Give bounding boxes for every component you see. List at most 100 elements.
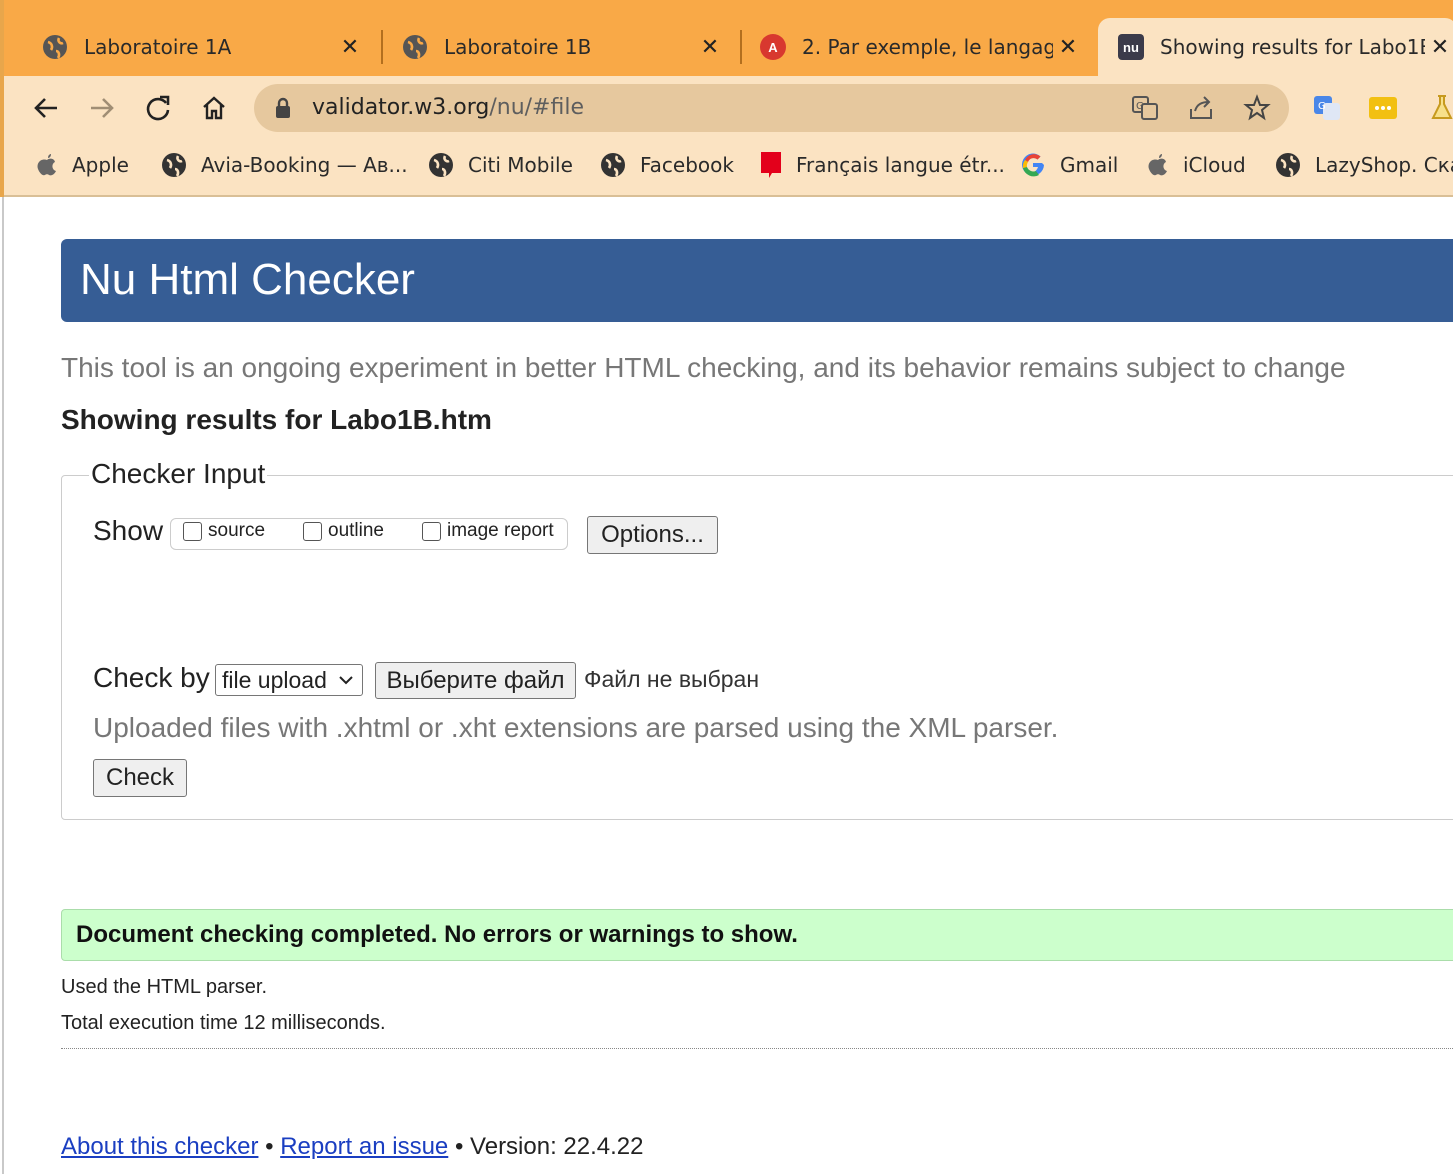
google-translate-extension[interactable]: G	[1309, 90, 1345, 126]
tab-title: Showing results for Labo1B	[1160, 35, 1425, 59]
apple-icon	[36, 153, 58, 177]
globe-icon	[428, 152, 454, 178]
show-label: Show	[93, 515, 164, 546]
version-text: Version: 22.4.22	[470, 1133, 644, 1160]
bookmark-label: Français langue étr...	[796, 153, 1005, 177]
check-button[interactable]: Check	[93, 759, 187, 797]
forward-button[interactable]	[84, 90, 120, 126]
footer: About this checker • Report an issue • V…	[61, 1133, 644, 1161]
share-icon[interactable]	[1187, 95, 1215, 121]
star-icon[interactable]	[1243, 94, 1271, 122]
checkbox-box[interactable]	[303, 521, 322, 541]
about-checker-link[interactable]: About this checker	[61, 1133, 258, 1160]
tab-showing-results[interactable]: nu Showing results for Labo1B ✕	[1098, 18, 1453, 76]
google-icon	[1020, 152, 1046, 178]
toolbar-divider	[4, 195, 1453, 197]
apple-icon	[1147, 153, 1169, 177]
checkbox-label: outline	[328, 520, 384, 541]
report-issue-link[interactable]: Report an issue	[280, 1133, 448, 1160]
image-report-checkbox[interactable]: image report	[422, 520, 554, 542]
page-title: Nu Html Checker	[80, 255, 415, 304]
tab-par-exemple[interactable]: A 2. Par exemple, le langage ✕	[722, 18, 1097, 76]
checker-input-legend: Checker Input	[89, 458, 268, 490]
bookmark-label: Gmail	[1060, 153, 1119, 177]
bookmark-label: Citi Mobile	[468, 153, 573, 177]
address-bar[interactable]: validator.w3.org/nu/#file G	[254, 84, 1289, 132]
options-button[interactable]: Options...	[587, 516, 718, 554]
nu-validator-icon: nu	[1118, 34, 1144, 60]
google-translate-icon: G	[1314, 96, 1340, 120]
bookmark-facebook[interactable]: Facebook	[600, 150, 734, 180]
red-bookmark-icon	[760, 151, 782, 179]
page-header: Nu Html Checker	[61, 239, 1453, 322]
bookmark-francais[interactable]: Français langue étr...	[760, 150, 1005, 180]
globe-icon	[1275, 152, 1301, 178]
password-extension[interactable]	[1365, 90, 1401, 126]
flask-icon	[1431, 95, 1453, 119]
bookmark-citi-mobile[interactable]: Citi Mobile	[428, 150, 573, 180]
close-tab-icon[interactable]: ✕	[1425, 35, 1453, 60]
success-message: Document checking completed. No errors o…	[76, 921, 798, 948]
bookmark-label: Facebook	[640, 153, 734, 177]
url-text: validator.w3.org/nu/#file	[312, 95, 584, 120]
tab-laboratoire-1b[interactable]: Laboratoire 1B ✕	[364, 18, 739, 76]
bookmark-label: Avia-Booking — Ав...	[201, 153, 408, 177]
horizontal-rule	[61, 1048, 1453, 1049]
arrow-left-icon	[34, 98, 57, 118]
bookmark-label: iCloud	[1183, 153, 1246, 177]
back-button[interactable]	[28, 90, 64, 126]
reload-icon	[146, 95, 170, 121]
bookmark-gmail[interactable]: Gmail	[1020, 150, 1118, 180]
upload-note: Uploaded files with .xhtml or .xht exten…	[93, 712, 1059, 743]
tab-title: Laboratoire 1B	[444, 35, 592, 59]
outline-checkbox[interactable]: outline	[303, 520, 384, 542]
bookmark-label: Apple	[72, 153, 129, 177]
tab-strip: Laboratoire 1A ✕ Laboratoire 1B ✕ A 2. P…	[4, 0, 1453, 76]
choose-file-button[interactable]: Выберите файл	[375, 662, 576, 699]
bookmark-apple[interactable]: Apple	[36, 150, 129, 180]
checkbox-box[interactable]	[183, 521, 202, 541]
tab-laboratoire-1a[interactable]: Laboratoire 1A ✕	[4, 18, 379, 76]
password-dots-icon	[1369, 97, 1397, 119]
source-checkbox[interactable]: source	[183, 520, 265, 542]
translate-app-icon: A	[760, 34, 786, 60]
globe-icon	[161, 152, 187, 178]
chevron-down-icon	[339, 676, 353, 685]
check-by-label: Check by	[93, 662, 210, 693]
bookmark-label: LazyShop. Скач	[1315, 153, 1453, 177]
execution-time: Total execution time 12 milliseconds.	[61, 1012, 386, 1034]
home-button[interactable]	[196, 90, 232, 126]
labs-extension[interactable]	[1424, 90, 1453, 126]
bookmark-lazyshop[interactable]: LazyShop. Скач	[1275, 150, 1453, 180]
translate-icon[interactable]: G	[1131, 95, 1159, 121]
results-heading: Showing results for Labo1B.htm	[61, 404, 492, 435]
lock-icon	[276, 97, 290, 118]
svg-text:G: G	[1318, 101, 1326, 112]
home-icon	[203, 96, 225, 120]
bookmark-icloud[interactable]: iCloud	[1147, 150, 1246, 180]
close-tab-icon[interactable]: ✕	[1053, 35, 1083, 60]
success-message-box: Document checking completed. No errors o…	[61, 909, 1453, 961]
checkbox-box[interactable]	[422, 521, 441, 541]
footer-separator: •	[454, 1133, 464, 1160]
tab-title: 2. Par exemple, le langage	[802, 35, 1053, 59]
browser-chrome: Laboratoire 1A ✕ Laboratoire 1B ✕ A 2. P…	[0, 0, 1453, 197]
select-value: file upload	[222, 666, 327, 693]
arrow-right-icon	[91, 98, 114, 118]
check-by-select[interactable]: file upload	[215, 664, 363, 696]
bookmark-avia-booking[interactable]: Avia-Booking — Ав...	[161, 150, 408, 180]
bookmarks-bar: Apple Avia-Booking — Ав... Citi Mobile F…	[4, 140, 1453, 190]
browser-toolbar: validator.w3.org/nu/#file G G	[4, 76, 1453, 140]
close-tab-icon[interactable]: ✕	[695, 35, 725, 60]
checkbox-label: source	[208, 520, 266, 541]
url-path: /nu/#file	[489, 95, 584, 120]
globe-icon	[402, 34, 428, 60]
globe-icon	[42, 34, 68, 60]
intro-text: This tool is an ongoing experiment in be…	[61, 352, 1346, 383]
reload-button[interactable]	[140, 90, 176, 126]
footer-separator: •	[265, 1133, 274, 1160]
checkbox-label: image report	[447, 520, 554, 541]
close-tab-icon[interactable]: ✕	[335, 35, 365, 60]
globe-icon	[600, 152, 626, 178]
svg-text:G: G	[1136, 101, 1144, 112]
